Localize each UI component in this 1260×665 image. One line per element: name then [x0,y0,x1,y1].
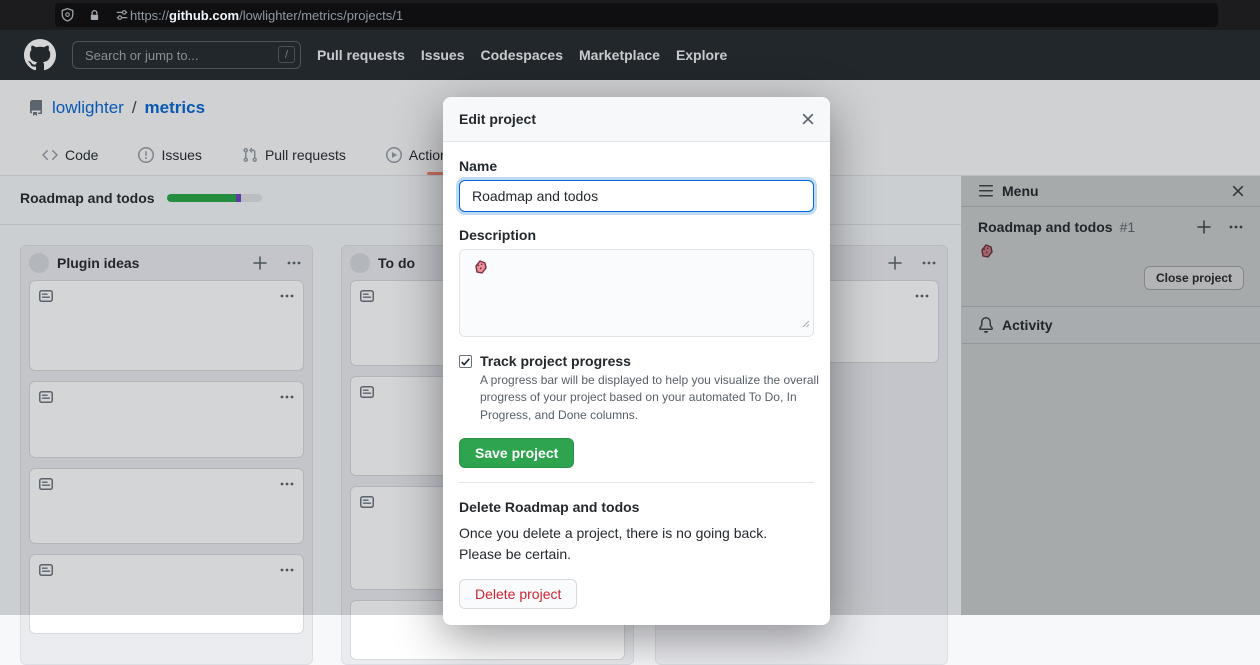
close-modal-icon[interactable] [802,113,814,125]
save-project-button[interactable]: Save project [459,438,574,468]
name-label: Name [459,158,814,174]
modal-title: Edit project [459,111,802,127]
resize-handle[interactable] [800,315,810,333]
delete-project-button[interactable]: Delete project [459,579,577,609]
url-bar[interactable]: https://github.com/lowlighter/metrics/pr… [55,3,1218,27]
url-text: https://github.com/lowlighter/metrics/pr… [130,8,403,23]
lock-icon[interactable] [88,8,101,23]
modal-divider [459,482,814,483]
project-description-textarea[interactable] [459,249,814,337]
browser-chrome: https://github.com/lowlighter/metrics/pr… [0,0,1260,30]
track-progress-checkbox[interactable] [459,355,472,368]
track-progress-help-text: A progress bar will be displayed to help… [480,372,821,424]
shield-icon[interactable] [60,7,75,23]
description-label: Description [459,227,814,243]
permissions-icon[interactable] [114,8,130,22]
delete-section-heading: Delete Roadmap and todos [459,499,814,515]
edit-project-modal: Edit project Name Description Track proj… [443,97,830,625]
track-progress-label[interactable]: Track project progress [480,353,631,369]
delete-warning-text: Once you delete a project, there is no g… [459,523,799,565]
project-description-emoji-icon [472,259,488,275]
project-name-input[interactable] [459,180,814,212]
